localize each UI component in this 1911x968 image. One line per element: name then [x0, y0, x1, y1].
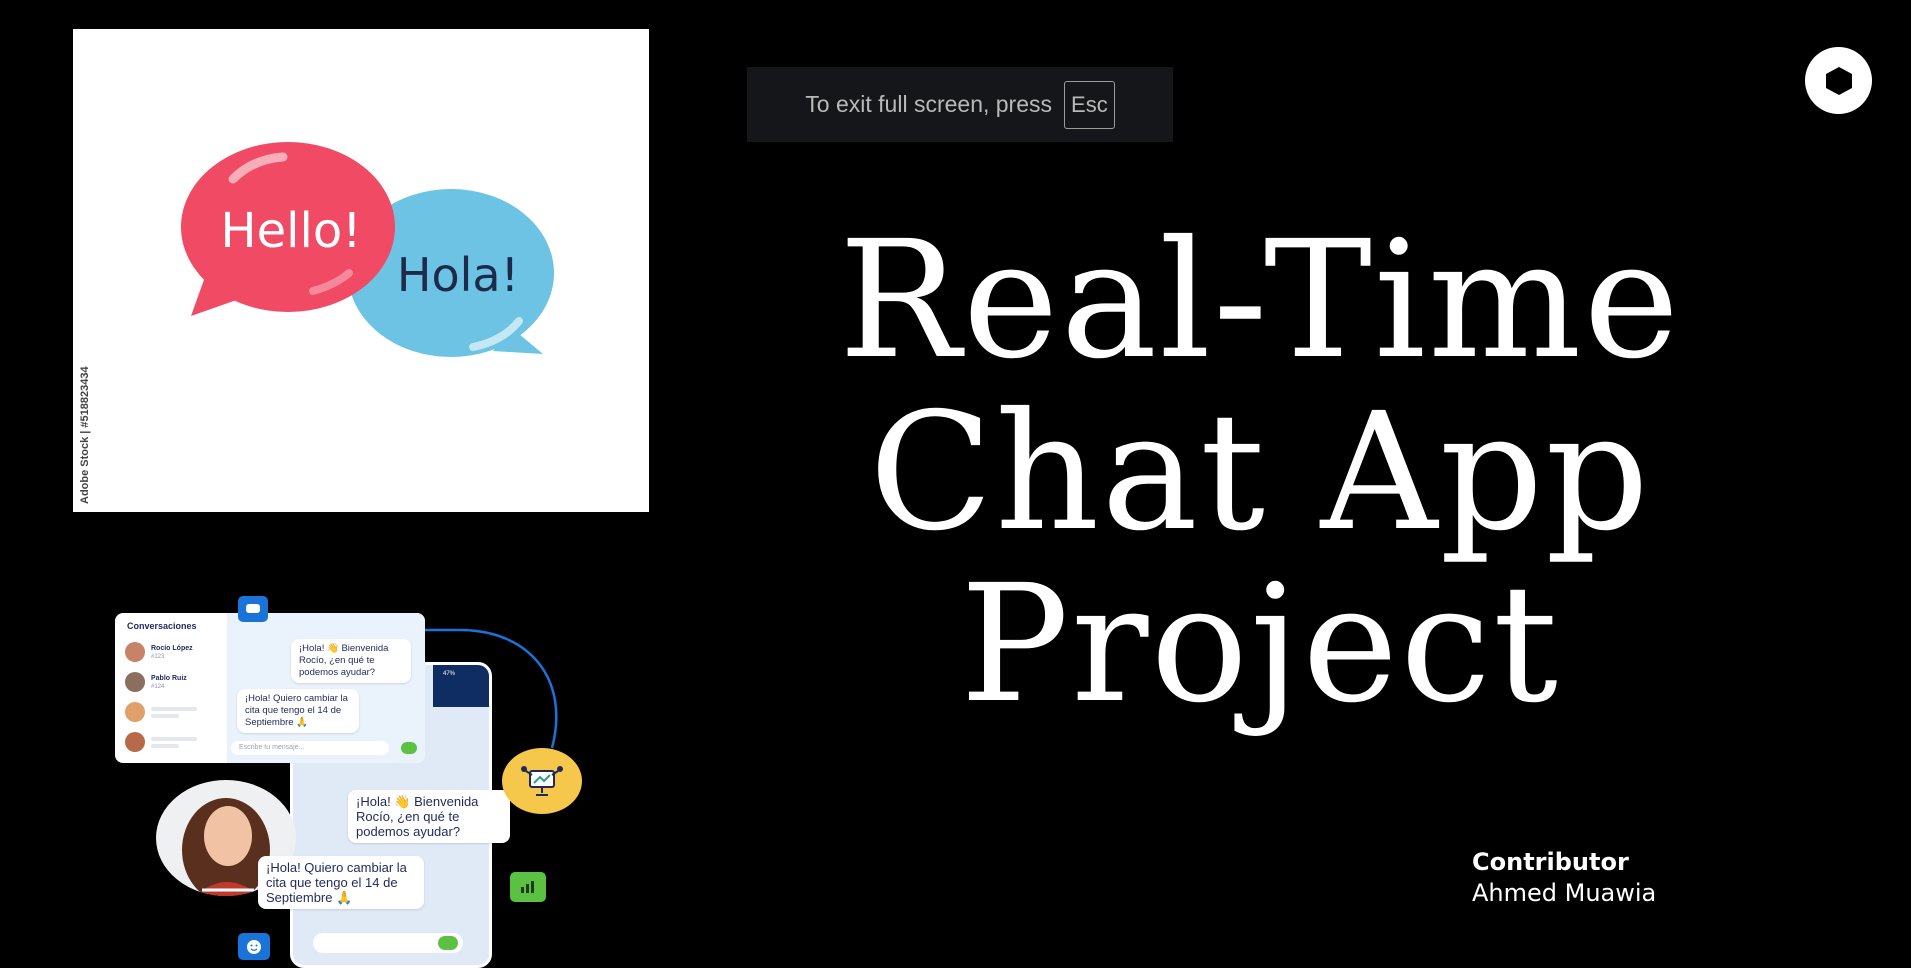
phone-outgoing-message: ¡Hola! Quiero cambiar la cita que tengo … — [258, 856, 424, 909]
analytics-icon — [510, 872, 546, 902]
phone-incoming-message: ¡Hola! 👋 Bienvenida Rocío, ¿en qué te po… — [348, 790, 510, 843]
phone-header: 47% — [433, 665, 489, 707]
contact-id: #123 — [151, 653, 165, 660]
contact-item — [125, 701, 197, 723]
fullscreen-exit-banner: To exit full screen, press Esc — [747, 67, 1173, 142]
avatar — [125, 672, 145, 692]
hero-image: Hola! Hello! Adobe Stock | #518823434 — [73, 29, 649, 512]
contributor-block: Contributor Ahmed Muawia — [1472, 847, 1656, 909]
phone-battery-text: 47% — [443, 671, 456, 677]
conversations-panel: Conversaciones Rocío López #123 Pablo Ru… — [115, 613, 425, 763]
hexagon-icon — [1825, 66, 1852, 95]
avatar — [125, 702, 145, 722]
mic-icon — [438, 936, 458, 950]
incoming-message: ¡Hola! 👋 Bienvenida Rocío, ¿en qué te po… — [291, 639, 411, 683]
conversations-title: Conversaciones — [127, 621, 197, 631]
title-line-3: Project — [960, 551, 1560, 739]
contributor-name: Ahmed Muawia — [1472, 879, 1657, 907]
stock-credit: Adobe Stock | #518823434 — [79, 366, 91, 504]
robot-monitor-icon — [502, 748, 582, 814]
message-input: Escribe tu mensaje... — [231, 741, 389, 755]
contributor-label: Contributor — [1472, 848, 1629, 876]
send-icon — [401, 742, 417, 754]
esc-key-hint: Esc — [1064, 80, 1115, 129]
avatar — [125, 732, 145, 752]
contact-item: Pablo Ruiz #124 — [125, 671, 187, 693]
hola-text: Hola! — [397, 248, 519, 302]
fullscreen-exit-text: To exit full screen, press — [805, 91, 1053, 117]
outgoing-message: ¡Hola! Quiero cambiar la cita que tengo … — [237, 689, 359, 733]
avatar — [125, 642, 145, 662]
contact-name: Pablo Ruiz — [151, 674, 187, 682]
brand-logo-icon[interactable] — [1805, 47, 1872, 114]
title-line-1: Real-Time — [838, 207, 1682, 395]
slide-title: Real-Time Chat App Project — [760, 215, 1760, 731]
title-line-2: Chat App — [869, 379, 1651, 567]
contact-name: Rocío López — [151, 644, 193, 652]
chat-bubble-icon — [238, 596, 268, 622]
smile-icon — [238, 933, 270, 960]
contact-id: #124 — [151, 683, 165, 690]
speech-bubbles-illustration: Hola! Hello! — [181, 142, 554, 357]
contact-item — [125, 731, 197, 753]
contact-item: Rocío López #123 — [125, 641, 193, 663]
chat-app-illustration: 47% Conversaciones Rocío López #123 Pabl… — [110, 590, 590, 968]
hello-text: Hello! — [221, 203, 362, 259]
